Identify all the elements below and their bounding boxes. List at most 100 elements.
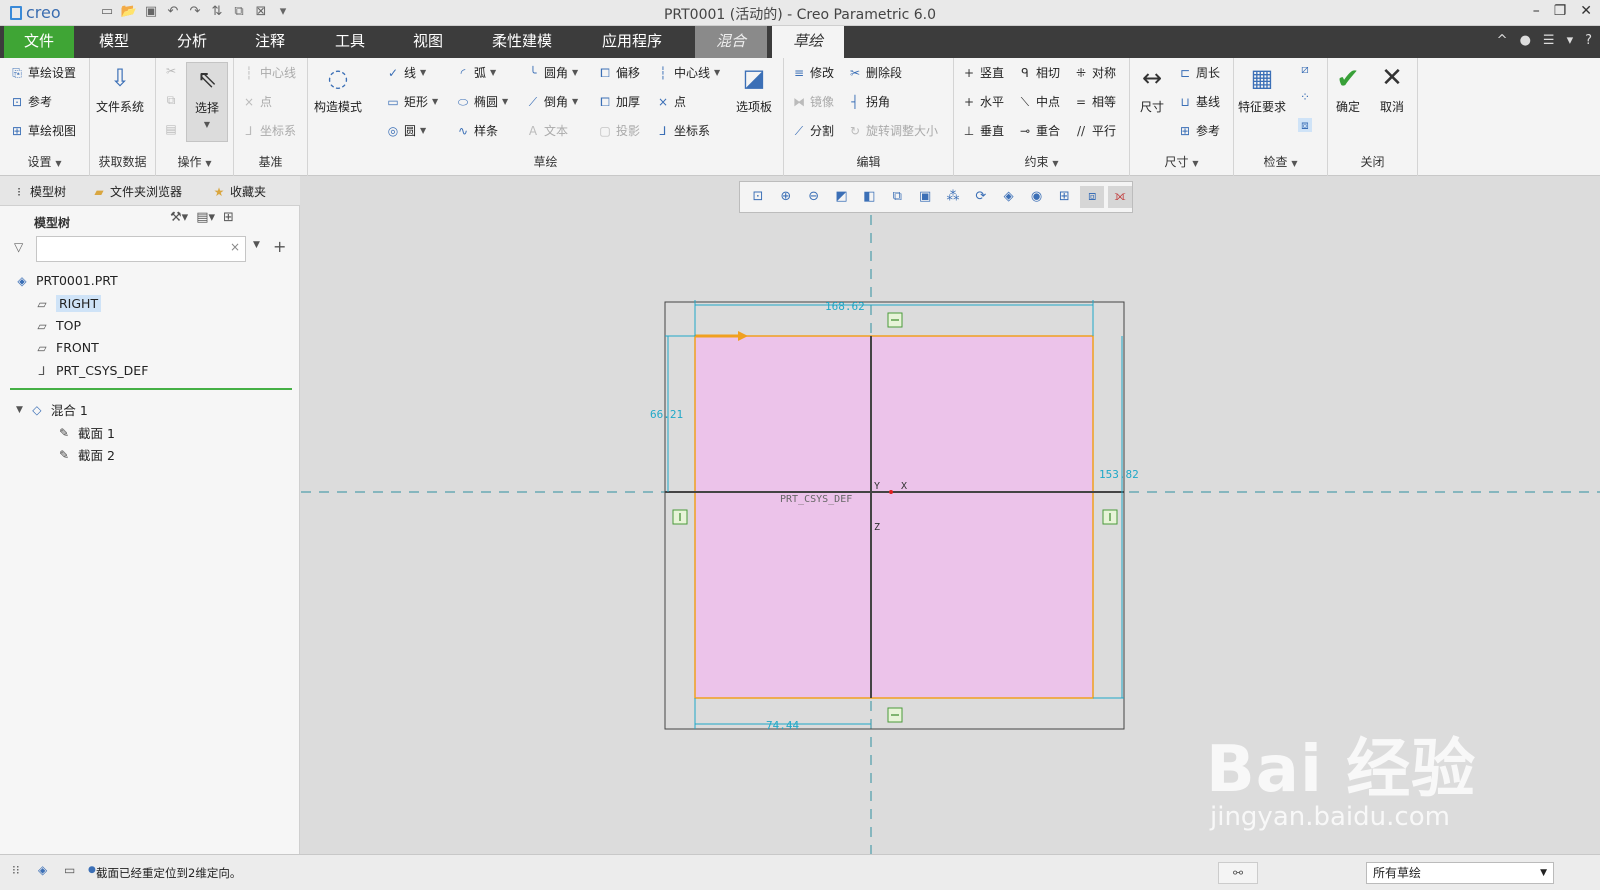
- perimeter-button[interactable]: ⊏ 周长: [1178, 64, 1220, 81]
- mirror-button[interactable]: ⧓ 镜像: [792, 93, 834, 110]
- tree-item-section-1[interactable]: ✎ 截面 1: [56, 423, 115, 442]
- minimize-ribbon-icon[interactable]: ^: [1497, 33, 1508, 48]
- sketch-csys-button[interactable]: ⅃ 坐标系: [656, 122, 710, 139]
- filter-icon[interactable]: ▽: [14, 240, 23, 254]
- datum-display-icon[interactable]: ⟳: [969, 186, 993, 208]
- refit-icon[interactable]: ⊡: [746, 186, 770, 208]
- tab-file[interactable]: 文件: [4, 26, 74, 58]
- tangent-constraint-button[interactable]: ᑫ 相切: [1018, 64, 1060, 81]
- datum-centerline-button[interactable]: ┆ 中心线: [242, 64, 296, 81]
- spline-button[interactable]: ∿ 样条: [456, 122, 498, 139]
- datum-point-button[interactable]: × 点: [242, 93, 272, 110]
- group-label-inspect[interactable]: 检查 ▼: [1234, 153, 1327, 170]
- zoom-in-icon[interactable]: ⊕: [774, 186, 798, 208]
- baseline-button[interactable]: ⊔ 基线: [1178, 93, 1220, 110]
- dimension-display-icon[interactable]: ⟗: [1108, 186, 1133, 208]
- tab-flexible-modeling[interactable]: 柔性建模: [480, 26, 564, 58]
- parallel-constraint-button[interactable]: //平行: [1074, 122, 1116, 139]
- dim-half-width-label[interactable]: 74.44: [766, 719, 799, 732]
- tree-item-front[interactable]: ▱ FRONT: [34, 340, 98, 355]
- palette-button[interactable]: ◪ 选项板: [736, 62, 772, 115]
- arc-button[interactable]: ◜ 弧 ▼: [456, 64, 497, 81]
- graphics-area[interactable]: 168.62 66.21 153.82 74.44 PRT_CSYS_DEF Y…: [301, 176, 1600, 854]
- text-button[interactable]: A 文本: [526, 122, 568, 139]
- tree-item-part[interactable]: ◈ PRT0001.PRT: [14, 273, 117, 288]
- overlapping-geometry-button[interactable]: ⧄: [1298, 62, 1312, 76]
- smart-filter-select[interactable]: 所有草绘 ▼: [1366, 862, 1554, 884]
- file-system-button[interactable]: ⇩ 文件系统: [96, 62, 144, 115]
- add-icon[interactable]: +: [273, 237, 286, 256]
- rotate-resize-button[interactable]: ↻ 旋转调整大小: [848, 122, 938, 139]
- perpendicular-constraint-button[interactable]: ⊥ 垂直: [962, 122, 1004, 139]
- fillet-button[interactable]: ╰ 圆角 ▼: [526, 64, 578, 81]
- sketch-view-button[interactable]: ⊞ 草绘视图: [10, 122, 76, 139]
- highlight-open-ends-button[interactable]: ⁘: [1298, 90, 1312, 104]
- search-dropdown-icon[interactable]: ▼: [253, 240, 260, 250]
- cancel-button[interactable]: ✕ 取消: [1376, 62, 1408, 115]
- tree-search-input[interactable]: [36, 236, 246, 262]
- tab-applications[interactable]: 应用程序: [590, 26, 674, 58]
- tab-model[interactable]: 模型: [82, 26, 146, 58]
- display-style-icon[interactable]: ◧: [857, 186, 881, 208]
- sketch-setup-button[interactable]: ⎘ 草绘设置: [10, 64, 76, 81]
- toggle-navigator-icon[interactable]: ⁝⁝: [12, 863, 20, 877]
- divide-button[interactable]: ⟋ 分割: [792, 122, 834, 139]
- dim-width-label[interactable]: 168.62: [825, 300, 865, 313]
- ok-button[interactable]: ✔ 确定: [1332, 62, 1364, 115]
- tree-item-blend[interactable]: ▼ ◇ 混合 1: [16, 400, 88, 419]
- construction-mode-button[interactable]: ◌ 构造模式: [314, 62, 362, 115]
- perspective-icon[interactable]: ⁂: [941, 186, 965, 208]
- circle-button[interactable]: ◎ 圆 ▼: [386, 122, 426, 139]
- tab-annotate[interactable]: 注释: [238, 26, 302, 58]
- datum-csys-button[interactable]: ⅃ 坐标系: [242, 122, 296, 139]
- settings-dropdown-icon[interactable]: ▾: [1567, 33, 1574, 48]
- tree-item-csys[interactable]: ⅃ PRT_CSYS_DEF: [34, 363, 149, 378]
- group-label-operations[interactable]: 操作 ▼: [156, 153, 233, 170]
- tab-favorites[interactable]: ★ 收藏夹: [212, 183, 266, 200]
- notification-icon[interactable]: ●: [1520, 33, 1531, 48]
- coincident-constraint-button[interactable]: ⊸ 重合: [1018, 122, 1060, 139]
- offset-button[interactable]: ⧠ 偏移: [598, 64, 640, 81]
- sketch-centerline-button[interactable]: ┆ 中心线 ▼: [656, 64, 720, 81]
- tree-filter-icon[interactable]: ⊞: [223, 210, 234, 225]
- tab-folder-browser[interactable]: ▰ 文件夹浏览器: [92, 183, 182, 200]
- cut-button[interactable]: ✂: [164, 64, 178, 78]
- tree-item-section-2[interactable]: ✎ 截面 2: [56, 445, 115, 464]
- sketch-point-button[interactable]: × 点: [656, 93, 686, 110]
- tab-blend[interactable]: 混合: [695, 26, 767, 58]
- tree-columns-icon[interactable]: ▤▾: [196, 210, 215, 225]
- select-button[interactable]: ⇖ 选择 ▼: [186, 62, 228, 142]
- group-label-dimension[interactable]: 尺寸 ▼: [1130, 153, 1233, 170]
- tree-settings-icon[interactable]: ⚒▾: [170, 210, 188, 225]
- browser-icon[interactable]: ◈: [38, 863, 47, 877]
- repaint-icon[interactable]: ◩: [830, 186, 854, 208]
- settings-icon[interactable]: ☰: [1543, 33, 1555, 48]
- chamfer-button[interactable]: ⟋ 倒角 ▼: [526, 93, 578, 110]
- thicken-button[interactable]: ⧠ 加厚: [598, 93, 640, 110]
- saved-orientations-icon[interactable]: ⧉: [885, 186, 909, 208]
- clear-search-icon[interactable]: ×: [230, 240, 240, 254]
- tree-item-right[interactable]: ▱ RIGHT: [34, 295, 102, 312]
- tab-tools[interactable]: 工具: [318, 26, 382, 58]
- copy-button[interactable]: ⧉: [164, 93, 178, 107]
- close-button[interactable]: ✕: [1580, 3, 1592, 19]
- dim-upper-height-label[interactable]: 66.21: [650, 408, 683, 421]
- horizontal-constraint-button[interactable]: + 水平: [962, 93, 1004, 110]
- reference-dimension-button[interactable]: ⊞ 参考: [1178, 122, 1220, 139]
- tab-view[interactable]: 视图: [396, 26, 460, 58]
- dim-height-label[interactable]: 153.82: [1099, 468, 1139, 481]
- tab-sketch[interactable]: 草绘: [772, 26, 844, 58]
- vertical-constraint-button[interactable]: + 竖直: [962, 64, 1004, 81]
- midpoint-constraint-button[interactable]: ⟍ 中点: [1018, 93, 1060, 110]
- sketch-view-icon[interactable]: ⊞: [1052, 186, 1076, 208]
- spin-center-icon[interactable]: ◈: [997, 186, 1021, 208]
- fullscreen-icon[interactable]: ▭: [64, 863, 75, 877]
- zoom-out-icon[interactable]: ⊖: [802, 186, 826, 208]
- help-icon[interactable]: ?: [1585, 33, 1592, 48]
- sketcher-display-icon[interactable]: ⧈: [1080, 186, 1105, 208]
- selection-filter-button[interactable]: ⚯: [1218, 862, 1258, 884]
- shade-closed-loops-button[interactable]: ⧈: [1298, 118, 1312, 132]
- dimension-button[interactable]: ↔ 尺寸: [1136, 62, 1168, 115]
- tab-analysis[interactable]: 分析: [160, 26, 224, 58]
- tab-model-tree[interactable]: ⁝ 模型树: [12, 183, 66, 200]
